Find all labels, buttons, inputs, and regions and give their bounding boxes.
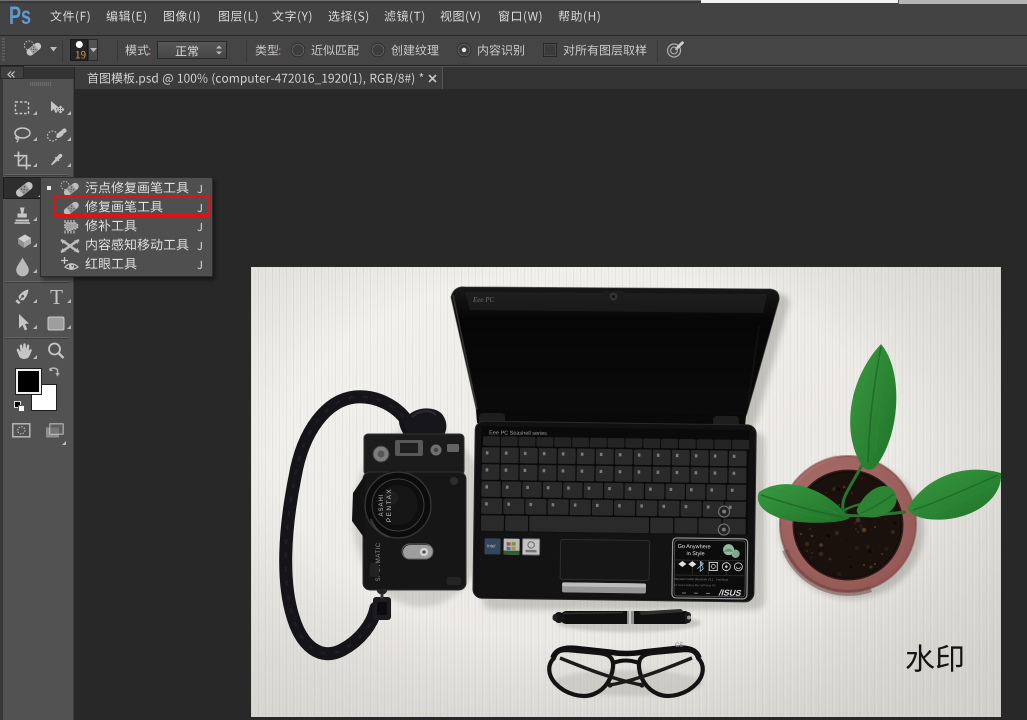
svg-text:10 hours battery life* with Ee: 10 hours battery life* with Eee PC [674, 583, 716, 588]
svg-text:ASAHI: ASAHI [379, 493, 385, 516]
svg-text:Fast Boot: Fast Boot [716, 577, 728, 581]
svg-text:intel: intel [487, 543, 495, 548]
svg-text:in Style: in Style [686, 551, 704, 557]
svg-text:PENTAX: PENTAX [386, 488, 393, 523]
svg-text:CE: CE [675, 643, 683, 649]
svg-text:/ISUS: /ISUS [718, 588, 743, 598]
svg-text:Intel Atom N450: Intel Atom N450 [674, 577, 694, 581]
svg-text:T: T [50, 287, 63, 308]
svg-text:Eee PC Seashell series: Eee PC Seashell series [489, 430, 547, 437]
svg-text:Bluetooth V2.1: Bluetooth V2.1 [695, 577, 714, 581]
svg-text:Eee PC: Eee PC [472, 296, 495, 304]
svg-text:Go Anywhere: Go Anywhere [678, 544, 711, 550]
